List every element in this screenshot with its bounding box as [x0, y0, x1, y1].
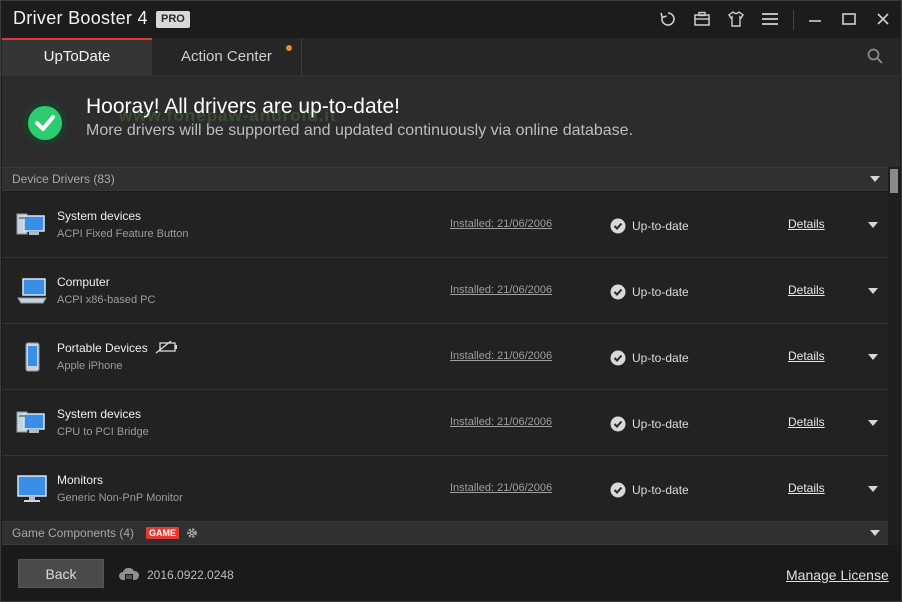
check-circle-icon	[610, 284, 626, 300]
driver-status: Up-to-date	[632, 219, 689, 233]
notification-dot	[286, 45, 292, 51]
driver-name: System devices	[57, 407, 142, 421]
details-link[interactable]: Details	[788, 217, 825, 231]
restore-icon[interactable]	[657, 8, 679, 30]
cloud-database-icon	[118, 565, 140, 583]
device-drivers-label: Device Drivers (83)	[12, 172, 115, 186]
minimize-icon[interactable]	[804, 8, 826, 30]
details-link[interactable]: Details	[788, 283, 825, 297]
scrollbar-thumb[interactable]	[890, 169, 898, 193]
driver-list: System devices ACPI Fixed Feature Button…	[2, 192, 888, 522]
close-icon[interactable]	[872, 8, 894, 30]
driver-name: Portable Devices	[57, 341, 148, 355]
title-bar: Driver Booster 4 PRO	[0, 0, 902, 38]
system-device-icon	[16, 210, 48, 240]
tab-bar: UpToDate Action Center	[0, 38, 902, 76]
system-device-icon	[16, 408, 48, 438]
installed-date-link[interactable]: Installed: 21/06/2006	[450, 482, 552, 494]
check-circle-icon	[610, 416, 626, 432]
details-link[interactable]: Details	[788, 415, 825, 429]
driver-row[interactable]: Computer ACPI x86-based PC Installed: 21…	[2, 258, 888, 324]
check-circle-icon	[610, 350, 626, 366]
device-drivers-header[interactable]: Device Drivers (83)	[2, 167, 888, 191]
check-circle-icon	[610, 482, 626, 498]
computer-icon	[16, 276, 48, 306]
tab-uptodate[interactable]: UpToDate	[2, 38, 152, 76]
driver-name: Monitors	[57, 473, 104, 487]
maximize-icon[interactable]	[838, 8, 860, 30]
check-circle-icon	[610, 218, 626, 234]
driver-device: Generic Non-PnP Monitor	[57, 492, 183, 504]
driver-status: Up-to-date	[632, 351, 689, 365]
driver-row[interactable]: System devices CPU to PCI Bridge Install…	[2, 390, 888, 456]
driver-name: Computer	[57, 275, 110, 289]
chevron-down-icon[interactable]	[868, 486, 878, 492]
status-banner: www.fonepaw-android.it Hooray! All drive…	[2, 76, 900, 167]
manage-license-link[interactable]: Manage License	[786, 567, 889, 583]
menu-icon[interactable]	[759, 8, 781, 30]
monitor-icon	[16, 474, 48, 504]
footer: Back 2016.0922.0248 Manage License	[0, 545, 902, 602]
game-badge: GAME	[146, 527, 179, 539]
installed-date-link[interactable]: Installed: 21/06/2006	[450, 416, 552, 428]
app-title: Driver Booster 4	[13, 8, 148, 28]
banner-title: Hooray! All drivers are up-to-date!	[86, 95, 400, 118]
installed-date-link[interactable]: Installed: 21/06/2006	[450, 218, 552, 230]
game-components-label: Game Components (4)	[12, 526, 135, 540]
driver-device: CPU to PCI Bridge	[57, 426, 149, 438]
titlebar-divider	[793, 10, 794, 30]
chevron-down-icon[interactable]	[870, 176, 880, 182]
scrollbar[interactable]	[888, 167, 900, 545]
gear-icon[interactable]	[185, 526, 199, 540]
driver-name: System devices	[57, 209, 142, 223]
pro-badge: PRO	[156, 11, 190, 28]
battery-off-icon	[155, 340, 179, 354]
details-link[interactable]: Details	[788, 481, 825, 495]
game-components-header[interactable]: Game Components (4) GAME	[2, 521, 888, 545]
chevron-down-icon[interactable]	[868, 222, 878, 228]
chevron-down-icon[interactable]	[868, 354, 878, 360]
driver-device: ACPI Fixed Feature Button	[57, 228, 189, 240]
success-check-icon	[22, 100, 68, 146]
driver-status: Up-to-date	[632, 483, 689, 497]
driver-device: Apple iPhone	[57, 360, 123, 372]
installed-date-link[interactable]: Installed: 21/06/2006	[450, 284, 552, 296]
chevron-down-icon[interactable]	[868, 288, 878, 294]
chevron-down-icon[interactable]	[868, 420, 878, 426]
details-link[interactable]: Details	[788, 349, 825, 363]
phone-icon	[16, 342, 48, 372]
database-version: 2016.0922.0248	[147, 568, 234, 582]
driver-status: Up-to-date	[632, 285, 689, 299]
banner-subtitle: More drivers will be supported and updat…	[86, 122, 634, 139]
search-icon[interactable]	[866, 47, 884, 65]
driver-status: Up-to-date	[632, 417, 689, 431]
chevron-down-icon[interactable]	[870, 530, 880, 536]
driver-row[interactable]: System devices ACPI Fixed Feature Button…	[2, 192, 888, 258]
skin-icon[interactable]	[725, 8, 747, 30]
driver-row[interactable]: Portable Devices Apple iPhone Installed:…	[2, 324, 888, 390]
driver-device: ACPI x86-based PC	[57, 294, 156, 306]
tab-action-center[interactable]: Action Center	[152, 38, 302, 76]
back-button[interactable]: Back	[18, 559, 104, 588]
driver-row[interactable]: Monitors Generic Non-PnP Monitor Install…	[2, 456, 888, 522]
installed-date-link[interactable]: Installed: 21/06/2006	[450, 350, 552, 362]
toolbox-icon[interactable]	[691, 8, 713, 30]
